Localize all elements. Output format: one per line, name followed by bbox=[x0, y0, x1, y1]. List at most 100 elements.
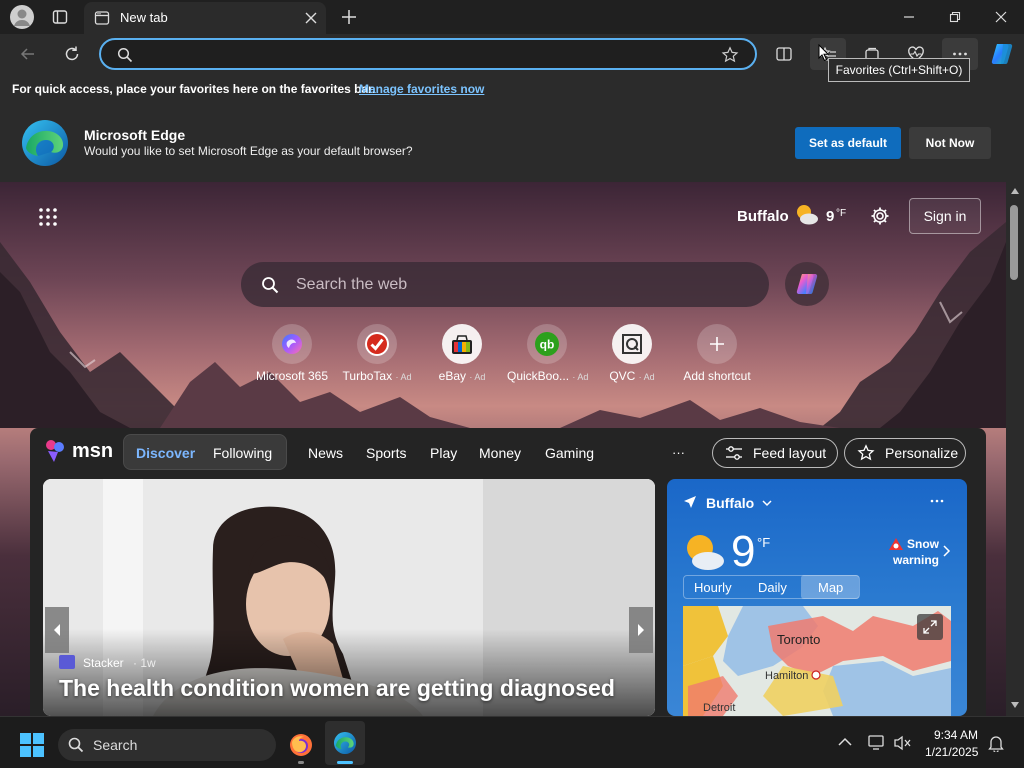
restore-button[interactable] bbox=[942, 8, 968, 26]
manage-favorites-link[interactable]: Manage favorites now bbox=[359, 82, 484, 96]
tab-new-tab[interactable]: New tab bbox=[84, 2, 326, 34]
shortcut-label: QuickBoo... bbox=[507, 369, 570, 383]
article-title[interactable]: The health condition women are getting d… bbox=[59, 675, 615, 702]
tab-map[interactable]: Map bbox=[818, 580, 843, 595]
next-arrow-icon[interactable] bbox=[629, 607, 653, 653]
qvc-icon bbox=[612, 324, 652, 364]
page-settings-gear-icon[interactable] bbox=[870, 206, 890, 226]
tab-daily[interactable]: Daily bbox=[758, 580, 787, 595]
warning-triangle-icon bbox=[888, 537, 904, 551]
new-tab-button[interactable] bbox=[338, 6, 360, 28]
copilot-icon bbox=[796, 274, 818, 294]
scrollbar-thumb[interactable] bbox=[1010, 205, 1018, 280]
hero-article-card[interactable]: Stacker · 1w The health condition women … bbox=[43, 479, 655, 716]
weather-map[interactable]: Toronto Hamilton Detroit bbox=[683, 606, 951, 716]
personalize-button[interactable]: Personalize bbox=[844, 438, 966, 468]
partly-cloudy-icon bbox=[794, 202, 820, 228]
tab-hourly[interactable]: Hourly bbox=[694, 580, 732, 595]
weather-card-location[interactable]: Buffalo bbox=[706, 495, 754, 511]
nav-sports[interactable]: Sports bbox=[366, 445, 406, 461]
split-screen-icon[interactable] bbox=[766, 38, 802, 70]
search-icon bbox=[117, 47, 133, 63]
shortcut-turbotax[interactable]: TurboTax · Ad bbox=[337, 324, 417, 383]
edge-logo-icon bbox=[20, 118, 70, 168]
msn-logo-icon[interactable] bbox=[44, 438, 70, 464]
clock-date[interactable]: 1/21/2025 bbox=[925, 745, 978, 759]
tab-title: New tab bbox=[120, 10, 168, 25]
weather-card-unit: °F bbox=[757, 535, 771, 550]
address-bar[interactable] bbox=[99, 38, 757, 70]
tab-discover[interactable]: Discover bbox=[136, 445, 195, 461]
add-favorite-star-icon[interactable] bbox=[721, 46, 739, 64]
more-options-icon[interactable] bbox=[929, 493, 945, 509]
map-label-hamilton: Hamilton bbox=[765, 670, 809, 682]
shortcut-microsoft-365[interactable]: Microsoft 365 bbox=[252, 324, 332, 383]
shortcut-quickbooks[interactable]: qb QuickBoo... · Ad bbox=[507, 324, 588, 383]
apps-launcher-icon[interactable] bbox=[38, 207, 58, 227]
chevron-right-icon[interactable] bbox=[941, 545, 951, 557]
alert-line-1[interactable]: Snow bbox=[907, 537, 939, 551]
shortcut-qvc[interactable]: QVC · Ad bbox=[592, 324, 672, 383]
nav-news[interactable]: News bbox=[308, 445, 343, 461]
nav-money[interactable]: Money bbox=[479, 445, 521, 461]
default-browser-banner: Microsoft Edge Would you like to set Mic… bbox=[0, 102, 1024, 182]
ad-badge: · Ad bbox=[469, 372, 486, 382]
nav-play[interactable]: Play bbox=[430, 445, 457, 461]
minimize-button[interactable] bbox=[896, 8, 922, 26]
personalize-label: Personalize bbox=[885, 445, 959, 461]
weather-unit: °F bbox=[836, 208, 847, 219]
star-edit-icon bbox=[857, 444, 875, 461]
svg-text:qb: qb bbox=[540, 338, 555, 352]
search-icon bbox=[68, 737, 84, 753]
nav-gaming[interactable]: Gaming bbox=[545, 445, 594, 461]
copilot-icon[interactable] bbox=[984, 38, 1020, 70]
favorites-tooltip: Favorites (Ctrl+Shift+O) bbox=[828, 58, 970, 82]
msn-feed-header: msn Discover Following News Sports Play … bbox=[30, 428, 986, 476]
expand-map-icon[interactable] bbox=[917, 614, 943, 640]
article-source[interactable]: Stacker bbox=[83, 656, 124, 670]
sliders-icon bbox=[726, 446, 742, 460]
new-tab-page: Buffalo 9 °F Sign in Search the web Micr… bbox=[0, 182, 1006, 716]
edge-taskbar-button[interactable] bbox=[325, 721, 365, 765]
sign-in-button[interactable]: Sign in bbox=[909, 198, 981, 234]
previous-arrow-icon[interactable] bbox=[45, 607, 69, 653]
show-hidden-icons-chevron-icon[interactable] bbox=[838, 737, 852, 747]
favorites-bar-message: For quick access, place your favorites h… bbox=[12, 82, 376, 96]
scroll-down-arrow-icon[interactable] bbox=[1011, 702, 1019, 708]
quickbooks-icon: qb bbox=[527, 324, 567, 364]
shortcut-label: eBay bbox=[438, 369, 466, 383]
back-button[interactable] bbox=[10, 38, 46, 70]
ebay-icon bbox=[442, 324, 482, 364]
alert-line-2[interactable]: warning bbox=[893, 553, 939, 567]
chevron-down-icon[interactable] bbox=[761, 497, 773, 509]
microsoft-365-icon bbox=[272, 324, 312, 364]
volume-muted-icon[interactable] bbox=[894, 735, 912, 751]
profile-avatar[interactable] bbox=[10, 5, 34, 29]
web-search-box[interactable]: Search the web bbox=[241, 262, 769, 307]
not-now-button[interactable]: Not Now bbox=[909, 127, 991, 159]
add-shortcut-button[interactable]: Add shortcut bbox=[677, 324, 757, 383]
refresh-button[interactable] bbox=[54, 38, 90, 70]
set-as-default-button[interactable]: Set as default bbox=[795, 127, 901, 159]
windows-start-icon[interactable] bbox=[20, 733, 44, 757]
network-monitor-icon[interactable] bbox=[868, 735, 886, 751]
weather-card[interactable]: Buffalo 9 °F Snow warning Hourly Daily M… bbox=[667, 479, 967, 716]
workspaces-icon[interactable] bbox=[48, 6, 72, 28]
windows-taskbar: Search 9:34 AM 1/21/2025 bbox=[0, 716, 1024, 768]
partly-cloudy-icon bbox=[681, 529, 727, 575]
taskbar-search-box[interactable]: Search bbox=[58, 729, 276, 761]
tab-following[interactable]: Following bbox=[213, 445, 272, 461]
copilot-button[interactable] bbox=[785, 262, 829, 306]
close-tab-icon[interactable] bbox=[304, 11, 318, 25]
firefox-icon[interactable] bbox=[289, 733, 313, 764]
feed-layout-button[interactable]: Feed layout bbox=[712, 438, 838, 468]
weather-location[interactable]: Buffalo bbox=[737, 208, 789, 225]
clock-time[interactable]: 9:34 AM bbox=[934, 728, 978, 742]
notification-bell-icon[interactable] bbox=[988, 735, 1004, 752]
ad-badge: · Ad bbox=[395, 372, 412, 382]
more-nav-button[interactable]: ··· bbox=[672, 445, 685, 460]
scroll-up-arrow-icon[interactable] bbox=[1011, 188, 1019, 194]
search-icon bbox=[261, 276, 279, 294]
shortcut-ebay[interactable]: eBay · Ad bbox=[422, 324, 502, 383]
close-window-button[interactable] bbox=[988, 8, 1014, 26]
